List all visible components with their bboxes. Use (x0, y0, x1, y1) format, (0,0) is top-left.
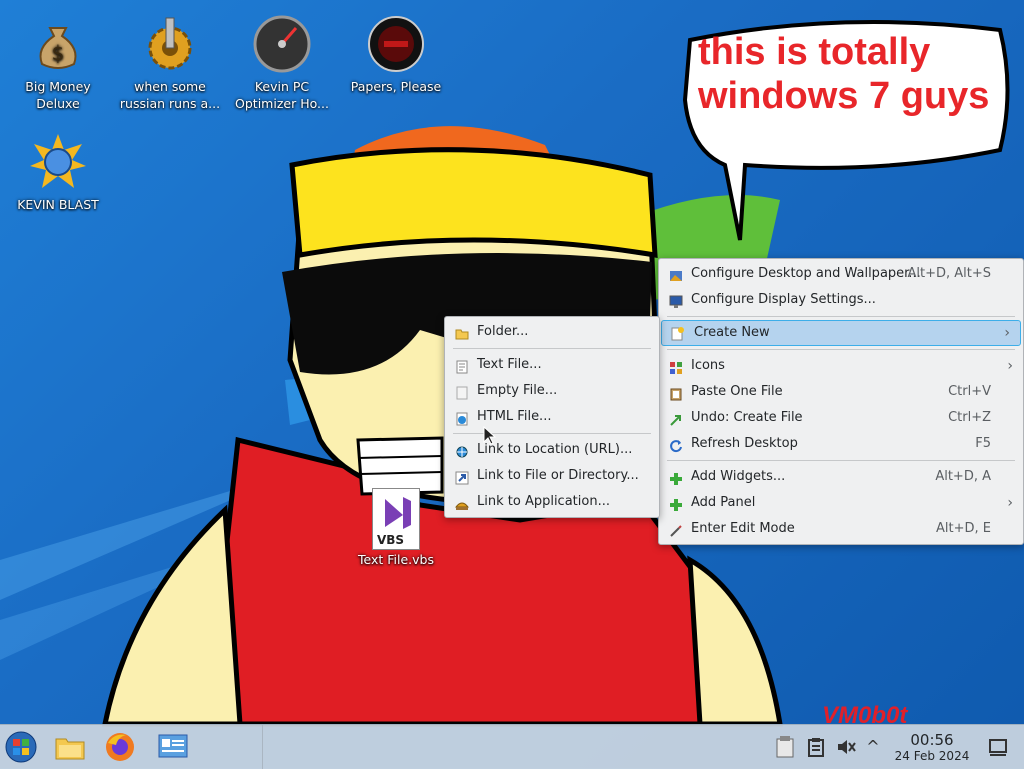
plus-icon (669, 470, 683, 485)
icons-grid-icon (669, 359, 683, 374)
text-file-icon (455, 358, 469, 374)
speedometer-icon (252, 14, 312, 74)
menu-create-new[interactable]: Create New › (661, 320, 1021, 346)
desktop-icon-big-money-deluxe[interactable]: $ Big Money Deluxe (6, 6, 110, 112)
desktop-icon-russian[interactable]: when some russian runs a... (118, 6, 222, 112)
file-link-icon (455, 469, 469, 485)
menu-shortcut: Alt+D, Alt+S (907, 266, 991, 281)
chevron-right-icon: › (1007, 495, 1013, 511)
menu-separator (667, 316, 1015, 317)
file-badge: VBS (377, 533, 405, 547)
clock-date: 24 Feb 2024 (894, 749, 970, 763)
chevron-right-icon: › (1007, 358, 1013, 374)
menu-add-widgets[interactable]: Add Widgets... Alt+D, A (659, 464, 1023, 490)
chevron-right-icon: › (1004, 325, 1010, 341)
menu-link-to-url[interactable]: Link to Location (URL)... (445, 437, 659, 463)
folder-icon (455, 325, 469, 340)
money-bag-icon: $ (28, 14, 88, 74)
menu-separator (453, 348, 651, 349)
application-icon (454, 495, 470, 510)
system-settings-button[interactable] (157, 731, 189, 763)
gear-icon (140, 14, 200, 74)
menu-new-text-file[interactable]: Text File... (445, 352, 659, 378)
menu-separator (667, 349, 1015, 350)
taskbar: ^ 00:56 24 Feb 2024 (0, 724, 1024, 769)
menu-add-panel[interactable]: Add Panel › (659, 490, 1023, 516)
speech-bubble-text: this is totally windows 7 guys (698, 30, 998, 118)
desktop-icon-label: Kevin PC Optimizer Ho... (235, 79, 329, 111)
menu-shortcut: Alt+D, E (936, 521, 991, 536)
clock[interactable]: 00:56 24 Feb 2024 (886, 732, 978, 764)
menu-shortcut: Alt+D, A (935, 469, 991, 484)
refresh-icon (669, 437, 683, 453)
desktop-icon-label: Papers, Please (350, 79, 442, 94)
taskbar-divider (262, 725, 263, 769)
file-label: Text File.vbs (358, 552, 434, 567)
firefox-button[interactable] (104, 731, 136, 763)
desktop-file-text-vbs[interactable]: VBS Text File.vbs (352, 488, 440, 567)
wallpaper-icon (669, 267, 683, 281)
desktop-icon-kevin-blast[interactable]: KEVIN BLAST (6, 124, 110, 213)
bubble-line-2: windows 7 guys (698, 75, 990, 117)
menu-shortcut: F5 (975, 436, 991, 451)
new-document-icon (670, 326, 684, 341)
menu-paste-one-file[interactable]: Paste One File Ctrl+V (659, 379, 1023, 405)
clock-time: 00:56 (910, 731, 954, 749)
firefox-icon (106, 733, 134, 761)
tray-expand-icon[interactable]: ^ (864, 735, 882, 759)
menu-link-to-application[interactable]: Link to Application... (445, 489, 659, 515)
menu-refresh-desktop[interactable]: Refresh Desktop F5 (659, 431, 1023, 457)
desktop-icon-label: Big Money Deluxe (25, 79, 91, 111)
tray-notes-icon[interactable] (774, 735, 796, 759)
desktop-icon-label: when some russian runs a... (119, 79, 221, 111)
desktop-icon-kevin-pc-optimizer[interactable]: Kevin PC Optimizer Ho... (230, 6, 334, 112)
menu-configure-desktop[interactable]: Configure Desktop and Wallpaper... Alt+D… (659, 261, 1023, 287)
desktop-context-menu: Configure Desktop and Wallpaper... Alt+D… (658, 258, 1024, 545)
seal-icon (366, 14, 426, 74)
sun-globe-icon (28, 132, 88, 192)
desktop-icon-papers-please[interactable]: Papers, Please (344, 6, 448, 95)
menu-shortcut: Ctrl+V (948, 384, 991, 399)
menu-enter-edit-mode[interactable]: Enter Edit Mode Alt+D, E (659, 516, 1023, 542)
menu-new-folder[interactable]: Folder... (445, 319, 659, 345)
menu-shortcut: Ctrl+Z (948, 410, 991, 425)
clipboard-icon[interactable] (806, 737, 826, 757)
pencil-icon (669, 522, 683, 537)
show-desktop-icon[interactable] (988, 737, 1008, 757)
plus-icon (669, 496, 683, 511)
menu-separator (667, 460, 1015, 461)
menu-configure-display[interactable]: Configure Display Settings... (659, 287, 1023, 313)
svg-text:$: $ (52, 41, 65, 65)
empty-file-icon (455, 384, 469, 400)
display-icon (669, 293, 683, 308)
paste-icon (669, 385, 683, 401)
create-new-submenu: Folder... Text File... Empty File... HTM… (444, 316, 660, 518)
folder-icon (55, 738, 85, 760)
url-link-icon (455, 443, 469, 458)
vbs-file-icon: VBS (372, 488, 420, 550)
mouse-cursor-icon (483, 426, 497, 445)
control-panel-icon (158, 734, 188, 758)
desktop-icon-label: KEVIN BLAST (17, 197, 99, 212)
menu-new-empty-file[interactable]: Empty File... (445, 378, 659, 404)
undo-icon (669, 411, 683, 426)
html-file-icon (455, 410, 469, 426)
menu-new-html-file[interactable]: HTML File... (445, 404, 659, 430)
menu-link-to-file[interactable]: Link to File or Directory... (445, 463, 659, 489)
start-menu-button[interactable] (5, 731, 37, 763)
menu-undo-create-file[interactable]: Undo: Create File Ctrl+Z (659, 405, 1023, 431)
file-manager-button[interactable] (54, 731, 86, 763)
bubble-line-1: this is totally (698, 31, 931, 73)
menu-icons[interactable]: Icons › (659, 353, 1023, 379)
volume-muted-icon[interactable] (836, 737, 856, 757)
